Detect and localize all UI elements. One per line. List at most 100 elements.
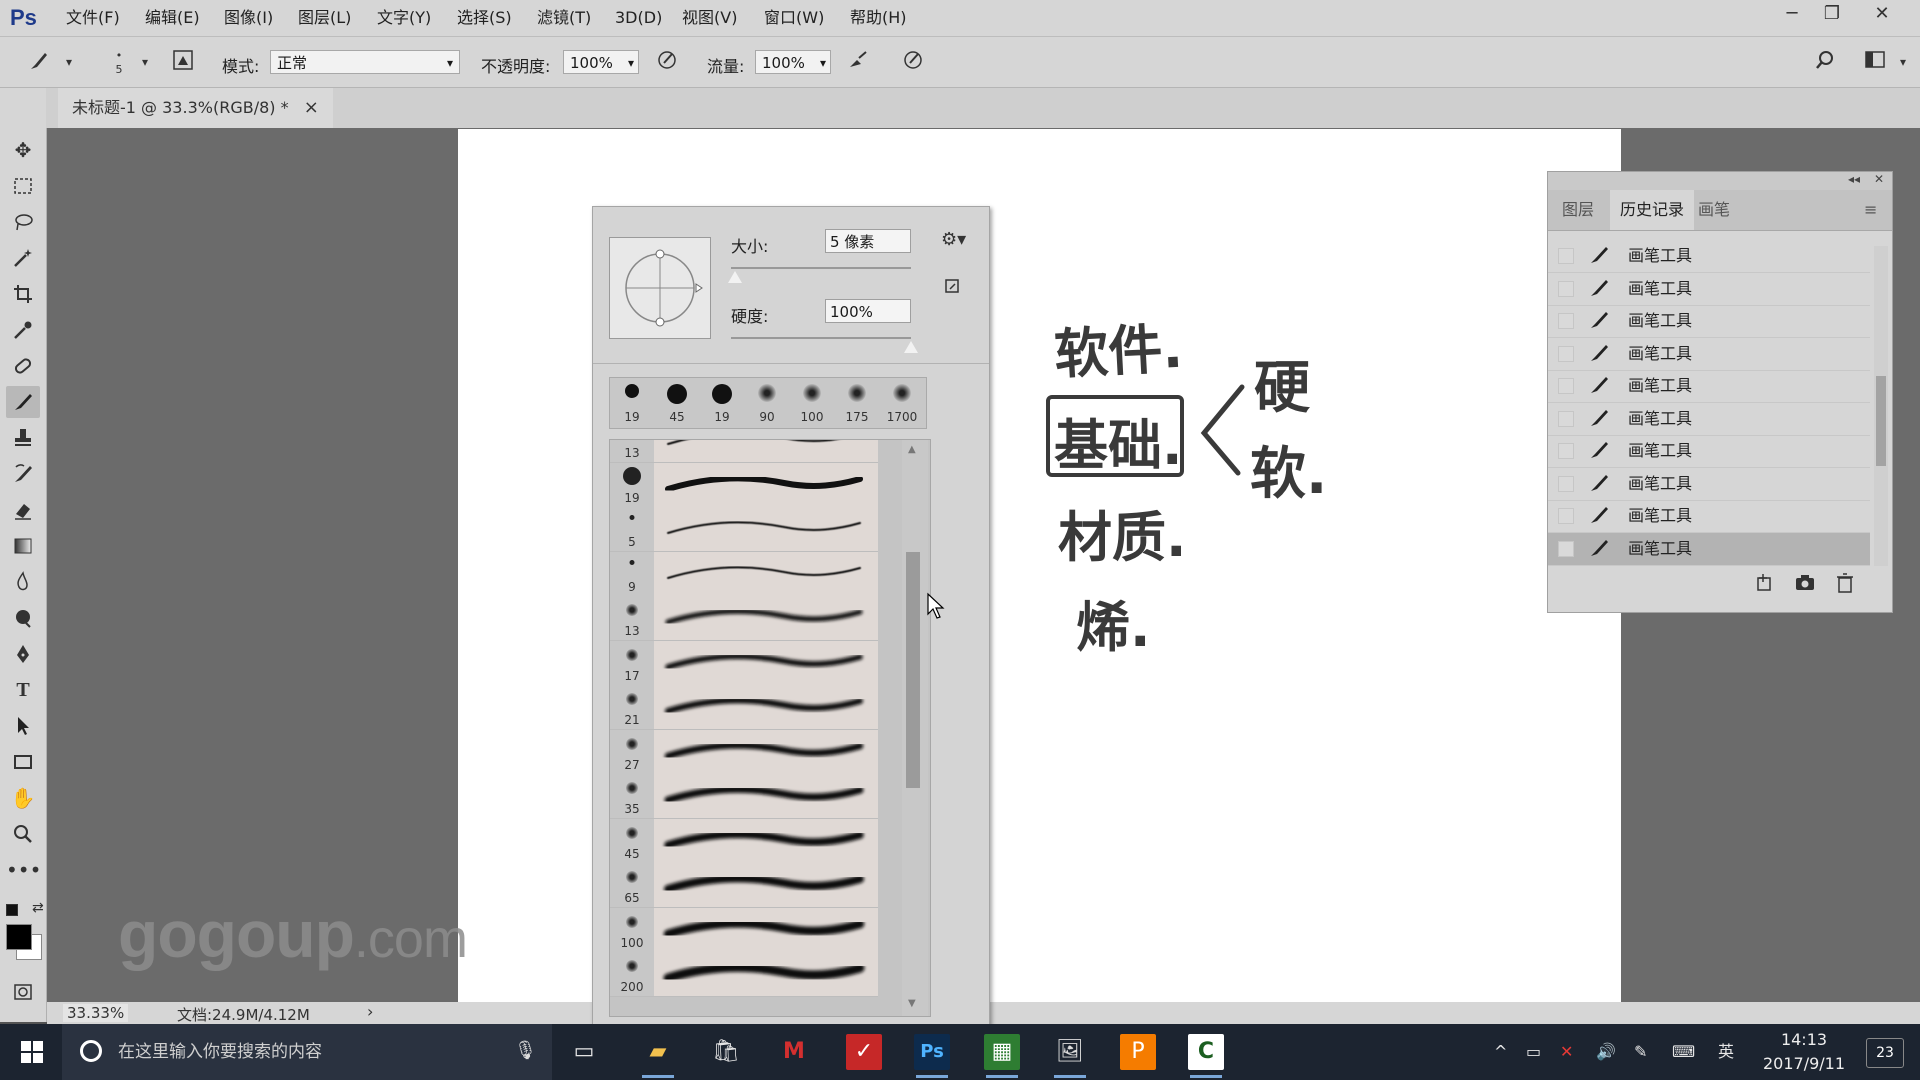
brush-preset-row[interactable]: 17: [610, 640, 878, 686]
recent-brush[interactable]: 90: [745, 378, 789, 428]
scroll-up-icon[interactable]: ▲: [908, 444, 916, 455]
healing-brush-tool-icon[interactable]: [6, 350, 40, 382]
mode-select[interactable]: 正常 ▾: [270, 50, 460, 74]
hardness-input[interactable]: 100%: [825, 299, 911, 323]
type-tool-icon[interactable]: T: [6, 674, 40, 706]
history-state-row[interactable]: 画笔工具: [1548, 403, 1870, 436]
tab-brush[interactable]: 画笔: [1688, 190, 1740, 230]
crop-tool-icon[interactable]: [6, 278, 40, 310]
close-window-button[interactable]: ✕: [1860, 0, 1904, 28]
quick-mask-icon[interactable]: [6, 976, 40, 1008]
history-state-row[interactable]: 画笔工具: [1548, 273, 1870, 306]
brush-preset-row[interactable]: 9: [610, 551, 878, 597]
menu-file[interactable]: 文件(F): [66, 0, 120, 36]
brush-preset-row[interactable]: 21: [610, 685, 878, 730]
search-icon[interactable]: [1812, 49, 1838, 75]
menu-window[interactable]: 窗口(W): [764, 0, 824, 36]
restore-button[interactable]: ❐: [1810, 0, 1854, 28]
history-snapshot-checkbox[interactable]: [1558, 410, 1574, 427]
zoom-level[interactable]: 33.33%: [63, 1004, 129, 1022]
hardness-slider-knob[interactable]: [904, 341, 918, 353]
pressure-size-icon[interactable]: [900, 49, 926, 75]
airbrush-icon[interactable]: [845, 49, 871, 75]
opacity-input[interactable]: 100% ▾: [563, 50, 639, 74]
camera-icon[interactable]: [1794, 572, 1816, 594]
more-tools-icon[interactable]: •••: [6, 854, 41, 886]
move-tool-icon[interactable]: ✥: [6, 134, 40, 166]
collapse-panel-icon[interactable]: ◂◂: [1848, 172, 1860, 186]
marquee-tool-icon[interactable]: [6, 170, 40, 202]
image-viewer-icon[interactable]: 🖼: [1052, 1034, 1088, 1078]
tab-history[interactable]: 历史记录: [1610, 190, 1695, 230]
brush-preset-row[interactable]: 13: [610, 596, 878, 641]
hardness-slider-track[interactable]: [731, 337, 911, 339]
hand-tool-icon[interactable]: ✋: [6, 782, 40, 814]
red-app-icon[interactable]: ✓: [846, 1034, 882, 1070]
chevron-right-icon[interactable]: ›: [367, 1002, 373, 1021]
menu-3d[interactable]: 3D(D): [615, 0, 662, 36]
brush-preset-row[interactable]: 45: [610, 818, 878, 864]
recent-brush[interactable]: 1700: [880, 378, 924, 428]
path-selection-tool-icon[interactable]: [6, 710, 40, 742]
history-snapshot-checkbox[interactable]: [1558, 280, 1574, 297]
brush-tool-icon[interactable]: [6, 386, 40, 418]
size-slider-track[interactable]: [731, 267, 911, 269]
clock[interactable]: 14:13 2017/9/11: [1754, 1028, 1854, 1076]
brush-preset-row[interactable]: 65: [610, 863, 878, 908]
menu-view[interactable]: 视图(V): [682, 0, 737, 36]
chevron-down-icon[interactable]: ▾: [56, 49, 82, 75]
history-snapshot-checkbox[interactable]: [1558, 475, 1574, 492]
clone-stamp-tool-icon[interactable]: [6, 422, 40, 454]
recent-brush[interactable]: 19: [610, 378, 654, 428]
brush-preset-row[interactable]: 13: [610, 440, 878, 463]
chevron-down-icon[interactable]: ▾: [1890, 49, 1916, 75]
menu-filter[interactable]: 滤镜(T): [537, 0, 591, 36]
rectangle-tool-icon[interactable]: [6, 746, 40, 778]
workspace-switcher-icon[interactable]: [1862, 49, 1888, 75]
size-slider-knob[interactable]: [727, 271, 742, 283]
history-snapshot-checkbox[interactable]: [1558, 540, 1574, 557]
recent-brush[interactable]: 19: [700, 378, 744, 428]
chevron-down-icon[interactable]: ▾: [132, 49, 158, 75]
menu-edit[interactable]: 编辑(E): [145, 0, 200, 36]
brush-preset-row[interactable]: 200: [610, 952, 878, 997]
history-state-row[interactable]: 画笔工具: [1548, 435, 1870, 468]
default-colors-icon[interactable]: [6, 904, 18, 916]
brush-panel-toggle-icon[interactable]: [170, 49, 196, 75]
history-state-row[interactable]: 画笔工具: [1548, 305, 1870, 338]
brush-preset-row[interactable]: 100: [610, 907, 878, 953]
history-state-row[interactable]: 画笔工具: [1548, 468, 1870, 501]
mcafee-icon[interactable]: M: [776, 1034, 812, 1070]
eyedropper-tool-icon[interactable]: [6, 314, 40, 346]
recent-brush[interactable]: 45: [655, 378, 699, 428]
menu-type[interactable]: 文字(Y): [377, 0, 431, 36]
taskbar-search[interactable]: 在这里输入你要搜索的内容 🎙: [62, 1024, 552, 1080]
trash-icon[interactable]: [1834, 572, 1856, 594]
history-state-row[interactable]: 画笔工具: [1548, 240, 1870, 273]
history-scrollbar[interactable]: [1874, 246, 1888, 566]
file-explorer-icon[interactable]: ▰: [640, 1034, 676, 1078]
pressure-opacity-icon[interactable]: [654, 49, 680, 75]
document-tab[interactable]: 未标题-1 @ 33.3%(RGB/8) * ×: [58, 88, 333, 128]
new-document-from-state-icon[interactable]: [1754, 572, 1776, 594]
tray-expand-icon[interactable]: ^: [1494, 1024, 1507, 1080]
brush-size-picker[interactable]: • 5: [106, 49, 132, 76]
pen-tool-icon[interactable]: [6, 638, 40, 670]
history-state-row[interactable]: 画笔工具: [1548, 370, 1870, 403]
brush-preset-row[interactable]: 27: [610, 729, 878, 775]
zoom-tool-icon[interactable]: [6, 818, 40, 850]
brush-preset-icon[interactable]: [26, 49, 52, 75]
store-icon[interactable]: 🛍: [708, 1034, 744, 1070]
history-brush-tool-icon[interactable]: [6, 458, 40, 490]
menu-layer[interactable]: 图层(L): [298, 0, 351, 36]
flow-input[interactable]: 100% ▾: [755, 50, 831, 74]
menu-image[interactable]: 图像(I): [224, 0, 273, 36]
photoshop-taskbar-icon[interactable]: Ps: [914, 1034, 950, 1078]
pen-icon[interactable]: ✎: [1634, 1024, 1647, 1080]
history-state-row[interactable]: 画笔工具: [1548, 500, 1870, 533]
brush-preset-row[interactable]: 5: [610, 507, 878, 552]
gear-icon[interactable]: ⚙▾: [941, 229, 966, 250]
swap-colors-icon[interactable]: ⇄: [32, 900, 44, 916]
microphone-icon[interactable]: 🎙: [514, 1040, 537, 1061]
close-panel-icon[interactable]: ✕: [1874, 172, 1884, 186]
